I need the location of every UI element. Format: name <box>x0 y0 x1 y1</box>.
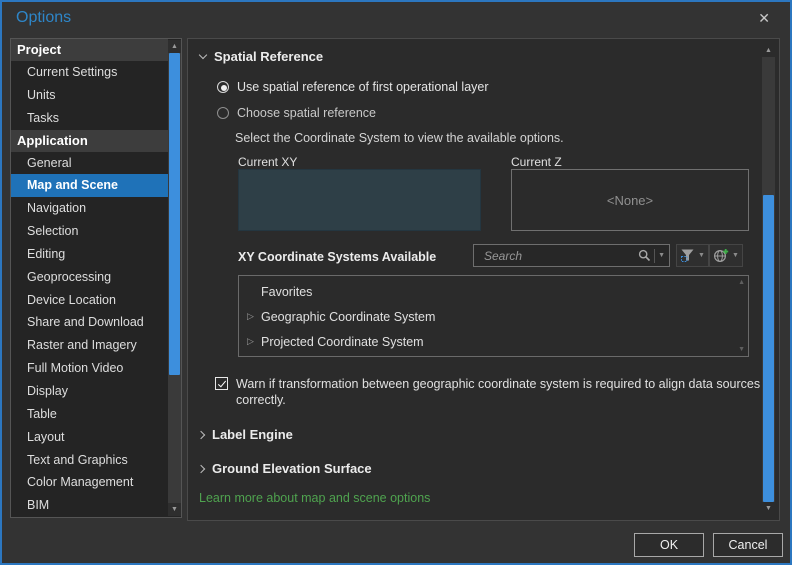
ok-button[interactable]: OK <box>634 533 704 557</box>
scroll-up-icon[interactable]: ▲ <box>762 44 775 57</box>
list-item-projected-coordinate-system[interactable]: ▷ Projected Coordinate System <box>239 329 748 354</box>
panel-scrollbar[interactable]: ▲ ▼ <box>762 44 775 515</box>
options-dialog: Options ✕ Project Current Settings Units… <box>0 0 792 565</box>
sidebar-section-project: Project <box>11 39 168 61</box>
sidebar-item-display[interactable]: Display <box>11 380 168 403</box>
search-dropdown-icon[interactable]: ▼ <box>658 251 665 261</box>
learn-more-link[interactable]: Learn more about map and scene options <box>199 491 430 505</box>
current-z-box: <None> <box>511 169 749 231</box>
current-z-value: <None> <box>606 192 654 208</box>
sidebar-item-tasks[interactable]: Tasks <box>11 107 168 130</box>
sidebar-scroll-thumb[interactable] <box>169 53 180 375</box>
sidebar: Project Current Settings Units Tasks App… <box>10 38 182 518</box>
sidebar-item-bim[interactable]: BIM <box>11 494 168 517</box>
current-xy-label: Current XY <box>238 155 298 169</box>
sidebar-item-current-settings[interactable]: Current Settings <box>11 61 168 84</box>
section-title: Ground Elevation Surface <box>212 461 372 476</box>
filter-button[interactable]: ▼ <box>676 244 709 267</box>
sidebar-list: Project Current Settings Units Tasks App… <box>11 39 168 517</box>
search-icon <box>638 249 651 262</box>
scroll-up-icon[interactable]: ▲ <box>168 40 181 53</box>
xy-available-label: XY Coordinate Systems Available <box>238 250 437 264</box>
warn-transformation-row[interactable]: Warn if transformation between geographi… <box>215 376 784 408</box>
globe-dropdown-icon: ▼ <box>732 251 739 259</box>
cancel-button[interactable]: Cancel <box>713 533 783 557</box>
list-scroll-up-icon[interactable]: ▲ <box>738 279 745 286</box>
section-title: Label Engine <box>212 427 293 442</box>
expand-icon[interactable]: ▷ <box>247 311 255 322</box>
sidebar-item-text-and-graphics[interactable]: Text and Graphics <box>11 449 168 472</box>
sidebar-scroll-track[interactable] <box>168 53 181 503</box>
sidebar-item-editing[interactable]: Editing <box>11 243 168 266</box>
coordinate-system-hint: Select the Coordinate System to view the… <box>235 131 564 145</box>
list-item-label: Projected Coordinate System <box>261 334 424 349</box>
panel-scroll-thumb[interactable] <box>763 195 774 502</box>
divider <box>654 248 656 263</box>
sidebar-scrollbar[interactable]: ▲ ▼ <box>168 40 181 516</box>
window-title: Options <box>16 9 72 26</box>
sidebar-item-general[interactable]: General <box>11 152 168 175</box>
warn-transformation-label: Warn if transformation between geographi… <box>236 377 761 407</box>
radio-label: Use spatial reference of first operation… <box>237 80 489 94</box>
sidebar-item-table[interactable]: Table <box>11 403 168 426</box>
search-input[interactable] <box>482 247 639 264</box>
radio-unselected-icon <box>217 107 229 119</box>
radio-label: Choose spatial reference <box>237 106 376 120</box>
spatial-reference-globe-button[interactable]: ▼ <box>709 244 743 267</box>
panel-scroll-track[interactable] <box>762 57 775 502</box>
chevron-down-icon <box>198 50 208 59</box>
chevron-right-icon <box>196 430 206 439</box>
list-item-label: Geographic Coordinate System <box>261 309 436 324</box>
sidebar-item-selection[interactable]: Selection <box>11 220 168 243</box>
sidebar-item-units[interactable]: Units <box>11 84 168 107</box>
radio-selected-icon <box>217 81 229 93</box>
current-xy-box <box>238 169 481 231</box>
list-item-label: Favorites <box>261 284 313 299</box>
sidebar-item-color-management[interactable]: Color Management <box>11 471 168 494</box>
sidebar-item-map-and-scene[interactable]: Map and Scene <box>11 174 168 198</box>
close-icon[interactable]: ✕ <box>758 9 770 27</box>
scroll-down-icon[interactable]: ▼ <box>762 502 775 515</box>
section-label-engine[interactable]: Label Engine <box>196 427 293 442</box>
scroll-down-icon[interactable]: ▼ <box>168 503 181 516</box>
chevron-right-icon <box>196 464 206 473</box>
globe-add-icon <box>713 248 729 262</box>
list-item-geographic-coordinate-system[interactable]: ▷ Geographic Coordinate System <box>239 304 748 329</box>
check-mark <box>217 378 226 387</box>
sidebar-item-raster-and-imagery[interactable]: Raster and Imagery <box>11 334 168 357</box>
title-bar: Options ✕ <box>2 2 790 36</box>
expand-icon[interactable]: ▷ <box>247 336 255 347</box>
list-scroll-down-icon[interactable]: ▼ <box>738 346 745 353</box>
sidebar-item-layout[interactable]: Layout <box>11 426 168 449</box>
radio-first-operational-layer[interactable]: Use spatial reference of first operation… <box>217 80 489 94</box>
sidebar-section-application: Application <box>11 129 168 152</box>
coordinate-systems-list: Favorites ▷ Geographic Coordinate System… <box>238 275 749 357</box>
search-box: ▼ <box>473 244 670 267</box>
filter-icon <box>681 249 694 262</box>
section-ground-elevation-surface[interactable]: Ground Elevation Surface <box>196 461 372 476</box>
checkbox-checked-icon[interactable] <box>215 377 228 390</box>
list-item-favorites[interactable]: Favorites <box>239 279 748 304</box>
section-spatial-reference[interactable]: Spatial Reference <box>198 49 324 64</box>
section-title: Spatial Reference <box>214 49 324 64</box>
sidebar-item-navigation[interactable]: Navigation <box>11 197 168 220</box>
sidebar-item-device-location[interactable]: Device Location <box>11 289 168 312</box>
current-z-label: Current Z <box>511 155 562 169</box>
sidebar-item-share-and-download[interactable]: Share and Download <box>11 311 168 334</box>
sidebar-item-full-motion-video[interactable]: Full Motion Video <box>11 357 168 380</box>
settings-panel: Spatial Reference Use spatial reference … <box>187 38 780 521</box>
filter-dropdown-icon: ▼ <box>698 251 705 259</box>
sidebar-item-geoprocessing[interactable]: Geoprocessing <box>11 266 168 289</box>
radio-choose-spatial-reference[interactable]: Choose spatial reference <box>217 106 376 120</box>
